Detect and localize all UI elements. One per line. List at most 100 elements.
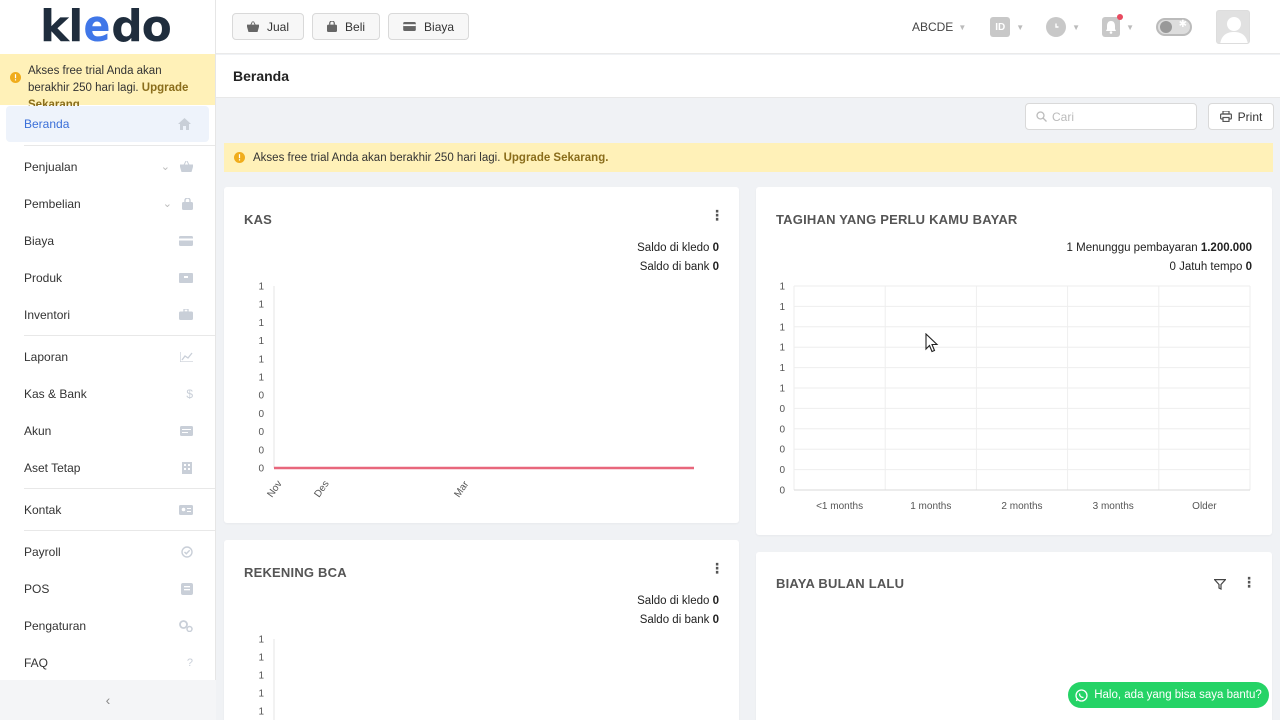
more-options-icon[interactable]: ⋮ (1242, 574, 1256, 591)
dollar-icon: $ (186, 386, 193, 401)
company-selector[interactable]: ABCDE ▼ (912, 20, 966, 34)
sidebar-item-produk[interactable]: Produk (0, 259, 215, 296)
sidebar-item-kontak[interactable]: Kontak (0, 491, 215, 528)
kas-y-tick: 0 (258, 391, 264, 402)
sidebar-menu: Beranda Penjualan ⌄ Pembelian ⌄ Biaya Pr… (0, 106, 215, 681)
page-title: Beranda (233, 68, 290, 84)
history-button[interactable]: ▼ (1046, 17, 1080, 37)
search-input[interactable]: Cari (1025, 103, 1197, 130)
tagihan-x-tick: <1 months (816, 501, 863, 512)
user-icon (1220, 17, 1248, 43)
bag-icon (327, 21, 338, 32)
sidebar-collapse-button[interactable]: ‹ (0, 680, 216, 720)
sidebar-item-pembelian[interactable]: Pembelian ⌄ (0, 185, 215, 222)
sidebar-item-payroll[interactable]: Payroll (0, 533, 215, 570)
sidebar-item-faq[interactable]: FAQ ? (0, 644, 215, 681)
kas-y-tick: 0 (258, 427, 264, 438)
tagihan-chart: 1 1 1 1 1 1 0 0 0 0 0 <1 months 1 months 2 months 3 mo… (779, 282, 1251, 512)
tagihan-card: TAGIHAN YANG PERLU KAMU BAYAR 1 Menunggu… (756, 187, 1272, 535)
kas-y-tick: 1 (258, 282, 264, 293)
tagihan-y-tick: 0 (779, 424, 785, 435)
tagihan-y-tick: 0 (779, 465, 785, 476)
home-icon (178, 118, 191, 130)
notification-dot (1117, 14, 1124, 20)
tagihan-y-tick: 1 (779, 322, 785, 333)
sidebar-item-kas-bank[interactable]: Kas & Bank $ (0, 375, 215, 412)
trial-banner: Akses free trial Anda akan berakhir 250 … (224, 143, 1273, 172)
header-actions: ABCDE ▼ ID ▼ ▼ ▼ ✱ (912, 0, 1280, 54)
kas-card: KAS ⋮ Saldo di kledo 0 Saldo di bank 0 1… (224, 187, 739, 523)
tagihan-y-tick: 0 (779, 445, 785, 456)
chevron-down-icon: ⌄ (162, 198, 172, 210)
kledo-logo[interactable]: kledo (0, 0, 215, 54)
kas-y-tick: 1 (258, 300, 264, 311)
upgrade-link[interactable]: Upgrade Sekarang. (504, 152, 609, 164)
tagihan-x-tick: 1 months (910, 501, 951, 512)
kas-y-tick: 1 (258, 318, 264, 329)
briefcase-icon (179, 309, 193, 320)
basket-icon (180, 161, 193, 172)
whatsapp-chat-button[interactable]: Halo, ada yang bisa saya bantu? (1068, 682, 1269, 708)
card-icon (179, 235, 193, 246)
print-button[interactable]: Print (1208, 103, 1274, 130)
gears-icon (179, 619, 193, 632)
ledger-icon (180, 425, 193, 436)
sidebar-item-pos[interactable]: POS (0, 570, 215, 607)
language-selector[interactable]: ID ▼ (990, 17, 1024, 37)
trial-banner-sidebar: Akses free trial Anda akan berakhir 250 … (0, 54, 215, 111)
bag-icon (182, 197, 193, 210)
sidebar-item-akun[interactable]: Akun (0, 412, 215, 449)
notification-button[interactable]: ▼ (1102, 14, 1134, 37)
chevron-left-icon: ‹ (105, 692, 111, 708)
rekening-chart: 1 1 1 1 1 (258, 635, 275, 720)
kas-y-tick: 1 (258, 336, 264, 347)
caret-down-icon: ▼ (1072, 22, 1081, 32)
chart-icon (180, 351, 193, 362)
rekening-card: REKENING BCA ⋮ Saldo di kledo 0 Saldo di… (224, 540, 739, 720)
tagihan-y-tick: 1 (779, 343, 785, 354)
pos-icon (181, 582, 193, 595)
sun-icon: ✱ (1178, 19, 1187, 30)
jual-button[interactable]: Jual (232, 13, 305, 40)
avatar[interactable] (1216, 10, 1250, 44)
rekening-y-tick: 1 (258, 671, 264, 682)
box-icon (179, 272, 193, 283)
sidebar-item-pengaturan[interactable]: Pengaturan (0, 607, 215, 644)
kas-y-tick: 0 (258, 445, 264, 456)
sidebar-item-inventori[interactable]: Inventori (0, 296, 215, 333)
sidebar-item-penjualan[interactable]: Penjualan ⌄ (0, 148, 215, 185)
tagihan-y-tick: 1 (779, 302, 785, 313)
sidebar-item-laporan[interactable]: Laporan (0, 338, 215, 375)
rekening-y-tick: 1 (258, 635, 264, 646)
page-header: Beranda (216, 55, 1280, 98)
biaya-bulan-lalu-title: BIAYA BULAN LALU (776, 576, 905, 591)
whatsapp-icon (1075, 688, 1088, 702)
building-icon (182, 461, 192, 474)
sidebar: kledo Akses free trial Anda akan berakhi… (0, 0, 216, 720)
sidebar-item-beranda[interactable]: Beranda (6, 106, 209, 142)
kas-chart: 11111100000Nov Des Mar (258, 282, 694, 500)
bell-icon (1102, 17, 1121, 37)
kas-x-tick: Mar (452, 479, 471, 500)
rekening-y-tick: 1 (258, 653, 264, 664)
mouse-cursor-icon (925, 333, 939, 353)
beli-button[interactable]: Beli (312, 13, 381, 40)
sidebar-item-aset-tetap[interactable]: Aset Tetap (0, 449, 215, 486)
kas-y-tick: 1 (258, 354, 264, 365)
question-icon: ? (186, 656, 193, 669)
tagihan-x-tick: Older (1192, 501, 1217, 512)
dark-mode-toggle[interactable]: ✱ (1156, 18, 1192, 36)
printer-icon (1219, 111, 1232, 122)
warning-icon (234, 152, 245, 163)
sidebar-item-biaya[interactable]: Biaya (0, 222, 215, 259)
warning-icon (10, 72, 21, 83)
rekening-y-tick: 1 (258, 689, 264, 700)
filter-icon[interactable] (1214, 579, 1226, 590)
caret-down-icon: ▼ (1126, 22, 1134, 32)
kas-y-tick: 1 (258, 373, 264, 384)
biaya-button[interactable]: Biaya (388, 13, 470, 40)
card-icon (403, 22, 416, 31)
basket-icon (247, 21, 259, 32)
tagihan-x-tick: 3 months (1093, 501, 1134, 512)
contact-icon (179, 504, 193, 515)
